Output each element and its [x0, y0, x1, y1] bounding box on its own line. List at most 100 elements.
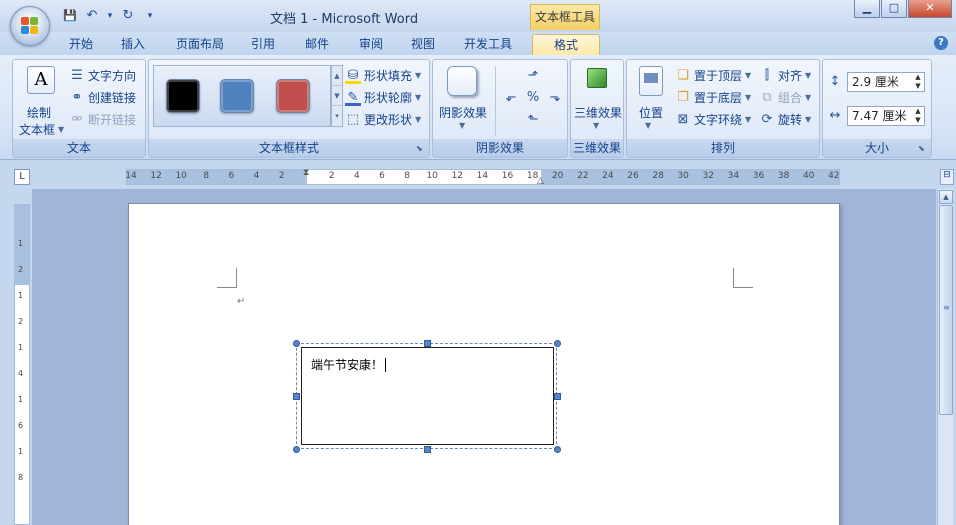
bring-front-icon: ❏	[677, 67, 689, 83]
chevron-down-icon: ▼	[805, 115, 812, 124]
undo-icon[interactable]: ↶	[84, 8, 100, 24]
3d-effects-button[interactable]: 三维效果	[574, 104, 622, 121]
width-stepper-icon[interactable]: ▲ ▼	[912, 107, 924, 125]
height-stepper-icon[interactable]: ▲ ▼	[912, 73, 924, 91]
shape-outline-button[interactable]: ✎ 形状轮廓 ▼	[345, 89, 421, 106]
redo-icon[interactable]: ↻	[120, 8, 136, 24]
textbox[interactable]: 端午节安康！	[301, 347, 554, 445]
chevron-down-icon: ▼	[645, 121, 652, 130]
vruler-tick-label: 1	[18, 291, 24, 300]
bring-to-front-button[interactable]: ❏ 置于顶层 ▼	[675, 67, 751, 84]
vruler-tick-label: 1	[18, 239, 24, 248]
resize-handle-n[interactable]	[424, 340, 431, 347]
change-shape-button[interactable]: ⬚ 更改形状 ▼	[345, 111, 421, 128]
style-swatch-black[interactable]	[166, 79, 200, 113]
close-button[interactable]: ✕	[908, 0, 952, 18]
nudge-shadow-up-icon[interactable]: ⬏	[525, 68, 541, 84]
ruler-tick-label: 4	[253, 171, 260, 181]
scroll-up-icon[interactable]: ▲	[939, 190, 953, 204]
tab-selector[interactable]: L	[14, 169, 30, 185]
ruler-tick-label: 22	[577, 171, 589, 181]
draw-textbox-button-line1[interactable]: 绘制	[27, 104, 51, 121]
create-link-label: 创建链接	[88, 91, 137, 105]
textbox-text[interactable]: 端午节安康！	[311, 356, 390, 373]
vertical-ruler[interactable]: 1 2 1 2 1 4 1 6 1 8	[14, 204, 30, 525]
save-icon[interactable]: 💾	[62, 8, 78, 24]
tab-developer[interactable]: 开发工具	[455, 34, 521, 55]
resize-handle-se[interactable]	[554, 446, 561, 453]
group-button[interactable]: ⧉ 组合 ▼	[759, 89, 811, 106]
gallery-more-icon[interactable]: ▾	[332, 106, 342, 126]
rotate-button[interactable]: ⟳ 旋转 ▼	[759, 111, 812, 128]
undo-dropdown-icon[interactable]: ▾	[106, 8, 114, 24]
shadow-effects-button[interactable]: 阴影效果	[439, 104, 487, 121]
resize-handle-sw[interactable]	[293, 446, 300, 453]
nudge-shadow-down-icon[interactable]: ⬑	[525, 112, 541, 128]
right-indent-marker-icon[interactable]: △	[537, 176, 544, 186]
tab-format[interactable]: 格式	[532, 34, 600, 55]
page[interactable]: ↵ 端午节安康！	[128, 203, 840, 525]
text-direction-icon: ☰	[71, 67, 83, 83]
tab-home[interactable]: 开始	[60, 34, 102, 55]
customize-qat-icon[interactable]: ▾	[142, 8, 158, 24]
resize-handle-s[interactable]	[424, 446, 431, 453]
width-spinner[interactable]: 7.47 厘米 ▲ ▼	[847, 106, 925, 126]
group-label-arrange: 排列	[627, 139, 819, 157]
help-icon[interactable]: ?	[934, 36, 948, 50]
ruler-tick-label: 16	[501, 171, 514, 181]
tab-review[interactable]: 审阅	[350, 34, 392, 55]
resize-handle-w[interactable]	[293, 393, 300, 400]
vruler-tick-label: 2	[18, 317, 24, 326]
vruler-tick-label: 1	[18, 395, 24, 404]
gallery-down-icon[interactable]: ▼	[332, 86, 342, 106]
minimize-button[interactable]: ▁	[854, 0, 880, 18]
tab-view[interactable]: 视图	[402, 34, 444, 55]
document-area: ↵ 端午节安康！	[32, 189, 936, 525]
resize-handle-ne[interactable]	[554, 340, 561, 347]
align-button[interactable]: ⫿ 对齐 ▼	[759, 67, 811, 84]
dialog-launcher-icon[interactable]: ⬊	[918, 144, 928, 154]
shadow-effects-dropdown[interactable]: ▼	[459, 121, 465, 130]
nudge-shadow-left-icon[interactable]: ⬐	[503, 90, 519, 106]
chevron-down-icon: ▼	[593, 121, 600, 130]
indent-marker-icon[interactable]: ⧗	[303, 168, 309, 178]
shadow-on-off-icon[interactable]: %	[525, 90, 541, 106]
position-dropdown[interactable]: ▼	[645, 121, 651, 130]
vertical-scrollbar[interactable]: ▲ ≡	[937, 189, 953, 525]
shape-fill-button[interactable]: ⛁ 形状填充 ▼	[345, 67, 421, 84]
height-spinner[interactable]: 2.9 厘米 ▲ ▼	[847, 72, 925, 92]
tab-mailings[interactable]: 邮件	[296, 34, 338, 55]
text-wrap-button[interactable]: ⊠ 文字环绕 ▼	[675, 111, 752, 128]
tab-insert[interactable]: 插入	[112, 34, 154, 55]
resize-handle-nw[interactable]	[293, 340, 300, 347]
create-link-button[interactable]: ⚭ 创建链接	[69, 89, 136, 106]
position-button[interactable]: 位置	[639, 104, 663, 121]
crop-mark-top-left	[217, 268, 237, 288]
style-swatch-blue[interactable]	[220, 79, 254, 113]
tab-references[interactable]: 引用	[242, 34, 284, 55]
group-text: A 绘制 文本框 ▼ ☰ 文字方向 ⚭ 创建链接 ⚮ 断开链接 文本	[12, 59, 146, 158]
3d-effects-dropdown[interactable]: ▼	[593, 121, 599, 130]
draw-textbox-button[interactable]: 文本框 ▼	[19, 121, 64, 138]
chevron-down-icon: ▼	[459, 121, 466, 130]
office-button[interactable]	[10, 6, 50, 46]
dialog-launcher-icon[interactable]: ⬊	[416, 144, 426, 154]
gallery-up-icon[interactable]: ▲	[332, 66, 342, 86]
break-link-button[interactable]: ⚮ 断开链接	[69, 111, 136, 128]
textbox-selection[interactable]: 端午节安康！	[293, 340, 561, 453]
view-ruler-icon[interactable]: ⊟	[940, 169, 954, 185]
style-swatch-red[interactable]	[276, 79, 310, 113]
title-bar: 💾 ↶ ▾ ↻ ▾ 文档 1 - Microsoft Word 文本框工具 ▁ …	[0, 0, 956, 32]
maximize-button[interactable]: □	[881, 0, 907, 18]
horizontal-ruler[interactable]: 14 12 10 8 6 4 2 2 4 6 8 10 12 14 16 18 20 22 24 26 28 30 32 34…	[125, 168, 840, 186]
text-direction-button[interactable]: ☰ 文字方向	[69, 67, 136, 84]
chevron-down-icon: ▼	[415, 93, 422, 102]
tab-page-layout[interactable]: 页面布局	[170, 34, 230, 55]
resize-handle-e[interactable]	[554, 393, 561, 400]
send-to-back-button[interactable]: ❐ 置于底层 ▼	[675, 89, 751, 106]
quick-access-toolbar: 💾 ↶ ▾ ↻ ▾	[62, 8, 158, 24]
textbox-content: 端午节安康！	[311, 358, 384, 372]
nudge-shadow-right-icon[interactable]: ⬎	[547, 90, 563, 106]
scroll-thumb[interactable]: ≡	[939, 205, 953, 415]
shape-fill-label: 形状填充	[364, 69, 413, 83]
